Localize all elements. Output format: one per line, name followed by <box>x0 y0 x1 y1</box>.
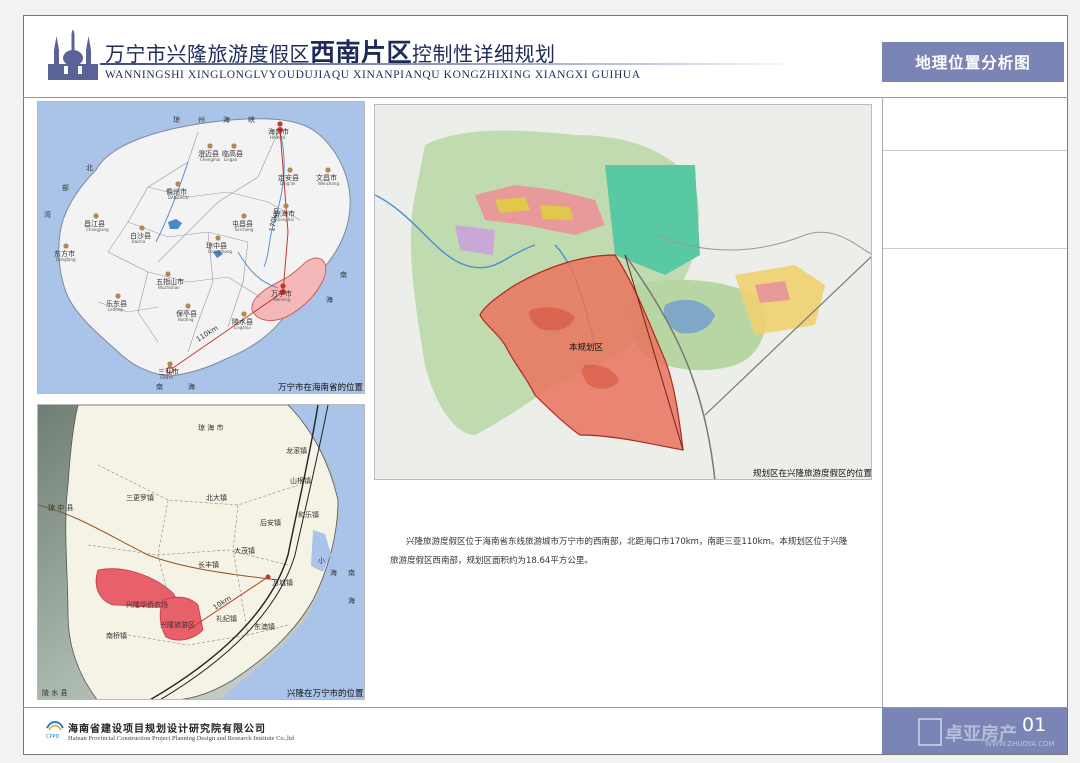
wanning-city-map: 10km 琼 海 市 龙滚镇 山根镇 三更罗镇 北大镇 和乐镇 后安镇 琼 中 … <box>37 404 365 700</box>
city-dot <box>139 225 145 231</box>
page-title-pinyin: WANNINGSHI XINGLONGLVYOUDUJIAQU XINANPIA… <box>105 69 641 81</box>
city-dot <box>231 143 237 149</box>
city-dot <box>283 203 289 209</box>
city-name-en: Tunchang <box>233 227 254 232</box>
side-panel-line <box>883 150 1067 151</box>
sea-label: 州 <box>198 116 205 124</box>
town-label: 长丰镇 <box>198 560 219 569</box>
town-label: 琼 海 市 <box>198 423 223 432</box>
city-name-en: Baoting <box>178 317 194 322</box>
city-dot <box>325 167 331 173</box>
town-label: 山根镇 <box>290 476 311 485</box>
city-dot <box>241 311 247 317</box>
town-label: 北大镇 <box>206 493 227 502</box>
header-divider <box>23 97 1068 98</box>
city-dot <box>287 167 293 173</box>
sea-label: 海 <box>326 295 333 304</box>
sea-label: 部 <box>62 183 69 192</box>
city-dot <box>175 181 181 187</box>
city-name-en: Dongfang <box>56 257 76 262</box>
sea-label: 琼 <box>173 115 180 124</box>
planning-area-map: 本规划区 规划区在兴隆旅游度假区的位置 <box>374 104 872 480</box>
town-label: 琼 中 县 <box>48 503 73 512</box>
side-divider <box>882 97 883 707</box>
town-label: 南桥镇 <box>106 631 127 640</box>
cppd-logo-icon: CPPD <box>46 721 64 740</box>
city-name-en: Wuzhishan <box>158 285 180 290</box>
city-dot <box>167 361 173 367</box>
title-underline <box>100 63 800 65</box>
city-name-en: Wenchang <box>318 181 339 186</box>
city-dot <box>215 235 221 241</box>
sea-label: 北 <box>86 164 93 172</box>
sheet-title-box: 地理位置分析图 <box>882 42 1064 82</box>
town-label: 南 <box>348 568 355 577</box>
town-label: 兴隆华侨农场 <box>126 600 168 609</box>
town-label: 兴隆旅游区 <box>160 620 195 629</box>
city-name-en: Lingshui <box>234 325 251 330</box>
city-dot <box>241 213 247 219</box>
city-name-en: DANZHOU <box>168 195 189 200</box>
town-label: 小 <box>318 556 325 565</box>
org-name: 海南省建设项目规划设计研究院有限公司 <box>68 724 266 735</box>
page-number: 01 <box>1022 714 1047 736</box>
town-label: 三更罗镇 <box>126 493 154 502</box>
city-name-en: Changjiang <box>86 227 109 232</box>
mosque-logo-icon <box>48 30 98 80</box>
town-label: 海 <box>348 596 355 605</box>
watermark-url: WWW.ZHUOYA.COM <box>985 740 1055 748</box>
city-dot <box>165 271 171 277</box>
city-dot <box>63 243 69 249</box>
city-name-en: Ledong <box>108 307 123 312</box>
town-label: 后安镇 <box>260 518 281 527</box>
city-name-en: Qionghai <box>276 217 294 222</box>
city-dot <box>93 213 99 219</box>
city-name-en: Chengmai <box>200 157 220 162</box>
sea-label: 海 <box>188 382 195 391</box>
city-name-en: Lingao <box>224 157 238 162</box>
map3-caption: 规划区在兴隆旅游度假区的位置 <box>753 468 872 479</box>
town-label: 万城镇 <box>272 578 293 587</box>
city-name-en: Ding'an <box>280 181 296 186</box>
city-name-en: HAIKOU <box>270 135 285 140</box>
plan-area-label: 本规划区 <box>569 342 604 353</box>
town-label: 龙滚镇 <box>286 446 307 455</box>
sea-label: 海 <box>223 115 230 124</box>
city-name-en: SANYA <box>160 375 173 380</box>
town-label: 大茂镇 <box>234 546 255 555</box>
city-dot <box>277 121 283 127</box>
city-name-en: Qiongzhong <box>208 249 232 254</box>
svg-text:CPPD: CPPD <box>46 734 60 740</box>
map2-caption: 兴隆在万宁市的位置 <box>287 688 364 699</box>
hainan-province-map: 170km 110km 琼 州 海 峡 北 部 湾 南 海 南 海 海口市 HAI… <box>37 101 365 394</box>
town-label: 礼纪镇 <box>216 614 237 623</box>
sea-label: 南 <box>156 382 163 391</box>
sea-label: 峡 <box>248 115 255 124</box>
description-text: 兴隆旅游度假区位于海南省东线旅游城市万宁市的西南部，北距海口市170km，南距三… <box>390 537 848 566</box>
side-panel-line <box>883 248 1067 249</box>
city-dot <box>185 303 191 309</box>
city-dot <box>207 143 213 149</box>
city-name-en: Baisha <box>132 239 146 244</box>
sea-label: 湾 <box>44 210 51 219</box>
town-label: 和乐镇 <box>298 510 319 519</box>
map1-caption: 万宁市在海南省的位置 <box>278 382 364 393</box>
city-name-en: Wanning <box>273 297 291 302</box>
org-name-en: Hainan Provincial Construction Project P… <box>68 735 294 742</box>
city-dot <box>115 293 121 299</box>
town-label: 东澳镇 <box>254 622 275 631</box>
town-label: 陵 水 县 <box>42 688 67 697</box>
town-label: 海 <box>330 568 337 577</box>
city-dot <box>280 283 286 289</box>
sea-label: 南 <box>340 270 347 279</box>
watermark-icon <box>918 718 942 746</box>
